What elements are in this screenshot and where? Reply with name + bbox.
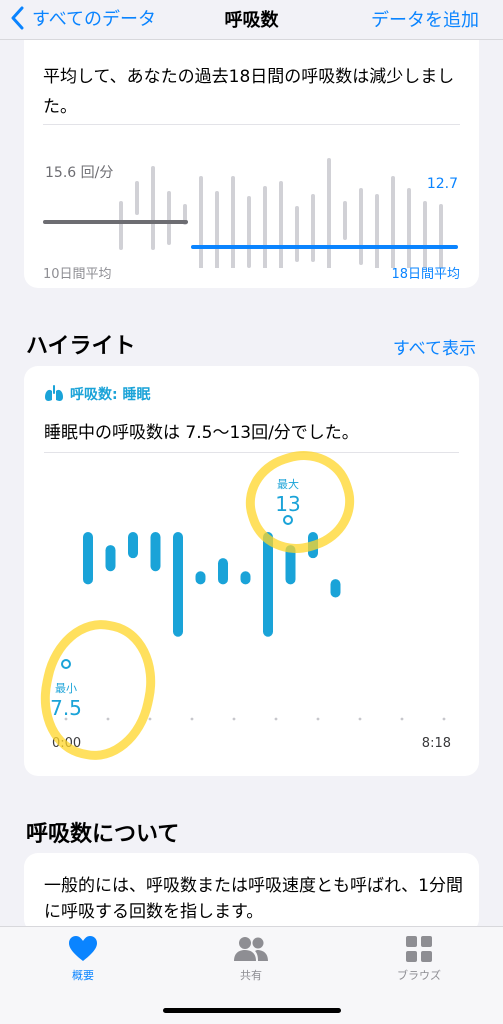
about-text: 一般的には、呼吸数または呼吸速度とも呼ばれ、1分間に呼吸する回数を指します。 [44,876,463,922]
x-axis-tick [358,717,362,721]
ten-day-average-value: 15.6 回/分 [45,165,114,181]
x-axis-tick [274,717,278,721]
sleep-bar [83,532,93,585]
x-axis-tick [400,717,404,721]
sleep-bar [263,532,273,637]
grid-icon [406,936,432,962]
x-axis-tick [190,717,194,721]
sleep-bar [195,571,206,585]
x-end-label: 8:18 [421,736,451,751]
divider [43,124,460,125]
sleep-bar [330,579,341,598]
x-axis-tick [316,717,320,721]
x-axis-tick [232,717,236,721]
sleep-bar [105,545,116,572]
about-card[interactable]: 一般的には、呼吸数または呼吸速度とも呼ばれ、1分間に呼吸する回数を指します。 [24,853,479,933]
tab-browse[interactable]: ブラウズ [374,935,464,983]
trend-chart: 15.6 回/分 12.7 10日間平均 18日間平均 [43,148,460,282]
about-title: 呼吸数について [26,822,180,847]
sleep-bar [218,558,228,585]
x-axis-tick [442,717,446,721]
tab-sharing[interactable]: 共有 [206,935,296,983]
tab-summary[interactable]: 概要 [38,935,128,983]
trend-card[interactable]: 平均して、あなたの過去18日間の呼吸数は減少しました。 15.6 回/分 12.… [24,40,479,288]
sleep-bar [128,532,138,559]
eighteen-day-average-label: 18日間平均 [391,267,460,282]
ten-day-average-label: 10日間平均 [43,267,112,282]
heart-icon [69,936,97,961]
navigation-bar: すべてのデータ 呼吸数 データを追加 [0,0,503,40]
home-indicator [163,1008,341,1013]
tab-summary-label: 概要 [72,969,94,982]
trend-message: 平均して、あなたの過去18日間の呼吸数は減少しました。 [43,67,455,117]
show-all-link[interactable]: すべて表示 [393,334,476,359]
highlights-title: ハイライト [26,334,136,359]
highlight-category-label: 呼吸数: 睡眠 [70,387,151,403]
lungs-icon [45,385,63,401]
x-axis-tick [148,717,152,721]
add-data-button[interactable]: データを追加 [371,6,479,32]
highlight-description: 睡眠中の呼吸数は 7.5〜13回/分でした。 [44,423,359,443]
eighteen-day-average-value: 12.7 [426,176,458,192]
sleep-bar [173,532,183,637]
sleep-bar [150,532,161,572]
divider [44,452,459,453]
highlight-category: 呼吸数: 睡眠 [44,384,150,404]
tab-sharing-label: 共有 [240,969,262,982]
sleep-bar [240,571,251,585]
tab-browse-label: ブラウズ [397,969,441,982]
people-icon [234,937,268,961]
